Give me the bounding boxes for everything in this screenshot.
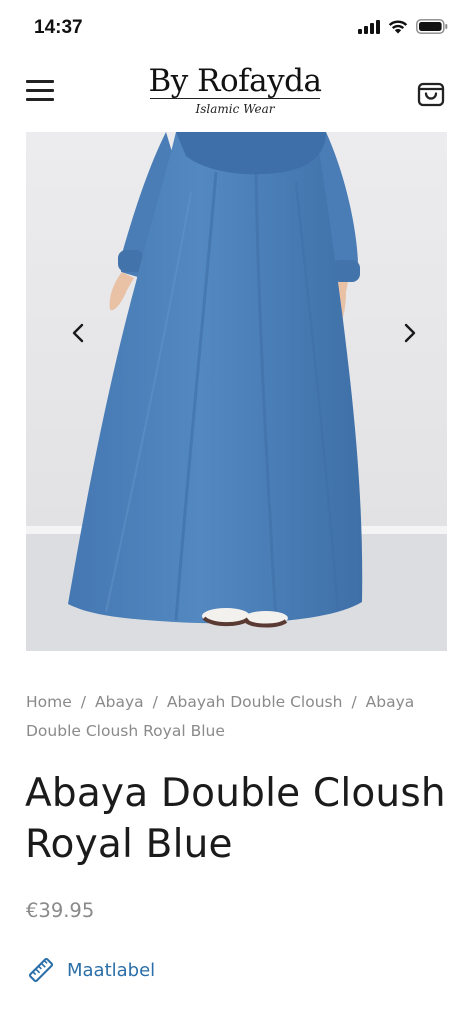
- size-guide-link[interactable]: Maatlabel: [28, 957, 155, 983]
- size-guide-label: Maatlabel: [67, 959, 156, 981]
- site-logo[interactable]: By Rofayda Islamic Wear: [140, 62, 330, 124]
- breadcrumb-home[interactable]: Home: [26, 693, 72, 711]
- wifi-icon: [388, 20, 408, 34]
- gallery-prev-button[interactable]: [64, 318, 94, 348]
- hamburger-icon: [26, 80, 54, 101]
- shopping-bag-icon: [417, 82, 445, 107]
- signal-icon: [358, 19, 380, 34]
- logo-subtitle: Islamic Wear: [195, 102, 275, 116]
- breadcrumb-abaya[interactable]: Abaya: [95, 693, 144, 711]
- breadcrumb-category[interactable]: Abayah Double Cloush: [167, 693, 343, 711]
- breadcrumb-separator: /: [152, 693, 158, 711]
- battery-icon: [416, 19, 448, 34]
- product-image: [26, 132, 447, 651]
- product-price: €39.95: [26, 899, 95, 922]
- logo-divider: [150, 98, 320, 100]
- breadcrumb-separator: /: [351, 693, 357, 711]
- cart-button[interactable]: [414, 76, 448, 110]
- breadcrumb: Home / Abaya / Abayah Double Cloush / Abaya Do…: [26, 688, 446, 746]
- status-bar: 14:37: [0, 0, 472, 56]
- chevron-right-icon: [404, 323, 416, 343]
- menu-button[interactable]: [26, 80, 54, 104]
- status-time: 14:37: [34, 17, 83, 38]
- product-title: Abaya Double Cloush Royal Blue: [25, 771, 446, 867]
- chevron-left-icon: [72, 323, 84, 343]
- ruler-icon: [28, 957, 54, 983]
- status-icons: [358, 19, 448, 34]
- product-image-gallery[interactable]: [26, 132, 447, 651]
- site-header: By Rofayda Islamic Wear: [0, 56, 472, 132]
- logo-title: By Rofayda: [148, 63, 322, 99]
- gallery-next-button[interactable]: [394, 318, 424, 348]
- breadcrumb-separator: /: [80, 693, 87, 711]
